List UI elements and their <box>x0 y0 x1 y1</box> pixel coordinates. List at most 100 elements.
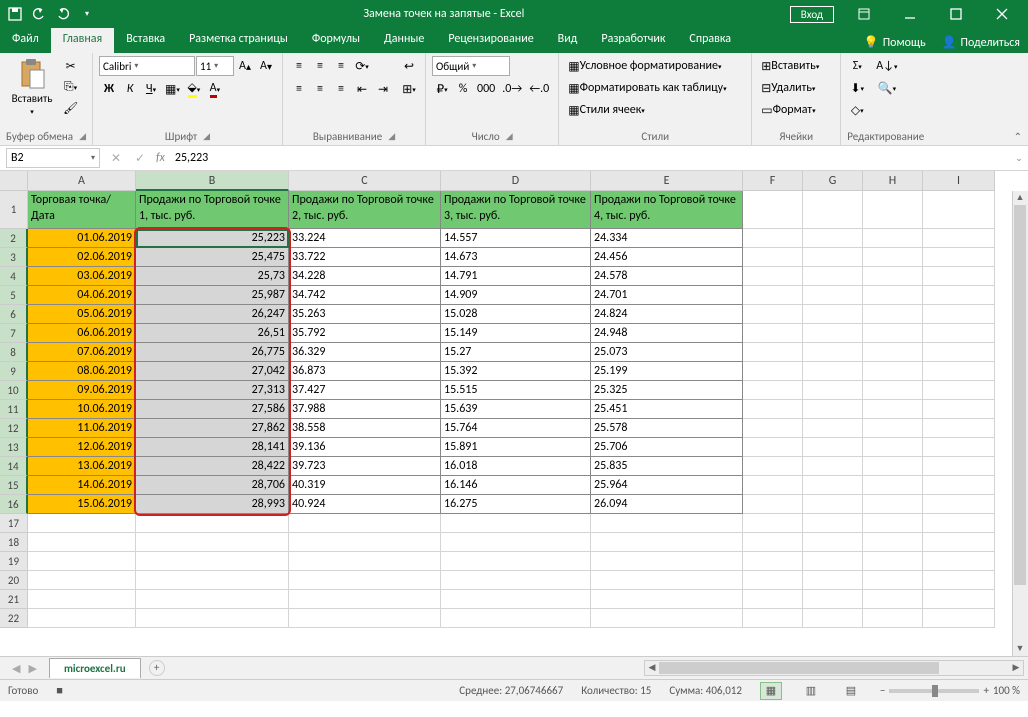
maximize-icon[interactable] <box>934 0 978 28</box>
format-as-table-button[interactable]: ▦ Форматировать как таблицу ▾ <box>565 78 745 98</box>
cell[interactable]: 07.06.2019 <box>28 343 136 362</box>
cell[interactable]: 14.06.2019 <box>28 476 136 495</box>
cell[interactable]: 25.835 <box>591 457 743 476</box>
cell[interactable] <box>28 514 136 533</box>
underline-button[interactable]: Ч▾ <box>141 79 161 99</box>
italic-button[interactable]: К <box>120 79 140 99</box>
wrap-text-icon[interactable]: ↩ <box>399 56 419 76</box>
cell[interactable]: 16.018 <box>441 457 591 476</box>
cell[interactable] <box>743 248 803 267</box>
cell[interactable] <box>923 305 995 324</box>
cell[interactable] <box>803 476 863 495</box>
cell[interactable] <box>803 571 863 590</box>
cell[interactable] <box>743 191 803 229</box>
row-header[interactable]: 21 <box>0 590 28 609</box>
cell[interactable] <box>441 590 591 609</box>
cell[interactable]: 15.149 <box>441 324 591 343</box>
cell[interactable] <box>28 533 136 552</box>
hscroll-thumb[interactable] <box>659 662 939 674</box>
add-sheet-icon[interactable]: + <box>149 660 165 676</box>
cell[interactable] <box>591 609 743 628</box>
cell[interactable]: 38.558 <box>289 419 441 438</box>
cell[interactable] <box>923 609 995 628</box>
cell[interactable] <box>591 571 743 590</box>
align-bottom-icon[interactable]: ≡ <box>331 56 351 76</box>
cell[interactable] <box>803 590 863 609</box>
cell[interactable] <box>743 343 803 362</box>
cell[interactable]: 27,042 <box>136 362 289 381</box>
scroll-left-icon[interactable]: ◀ <box>645 661 659 675</box>
cell[interactable] <box>743 552 803 571</box>
cell[interactable] <box>803 495 863 514</box>
cell[interactable] <box>923 267 995 286</box>
row-header[interactable]: 9 <box>0 362 28 381</box>
tab-review[interactable]: Рецензирование <box>436 28 545 53</box>
row-header[interactable]: 8 <box>0 343 28 362</box>
cell[interactable] <box>743 362 803 381</box>
cell[interactable] <box>923 438 995 457</box>
cell[interactable]: 36.329 <box>289 343 441 362</box>
cell[interactable] <box>803 400 863 419</box>
row-header[interactable]: 13 <box>0 438 28 457</box>
font-name-combo[interactable]: Calibri▾ <box>99 56 195 76</box>
cell[interactable] <box>803 191 863 229</box>
cell[interactable]: 26,51 <box>136 324 289 343</box>
cell[interactable] <box>863 590 923 609</box>
tab-insert[interactable]: Вставка <box>114 28 177 53</box>
row-header[interactable]: 17 <box>0 514 28 533</box>
cell[interactable]: 36.873 <box>289 362 441 381</box>
ribbon-options-icon[interactable] <box>842 0 886 28</box>
cell[interactable] <box>803 305 863 324</box>
cell[interactable] <box>863 324 923 343</box>
cell[interactable] <box>803 267 863 286</box>
cell[interactable]: 15.06.2019 <box>28 495 136 514</box>
conditional-formatting-button[interactable]: ▦ Условное форматирование ▾ <box>565 56 745 76</box>
view-normal-icon[interactable]: ▦ <box>760 682 782 700</box>
cell[interactable] <box>923 362 995 381</box>
cell[interactable] <box>289 514 441 533</box>
cell[interactable]: 28,993 <box>136 495 289 514</box>
cell[interactable] <box>863 571 923 590</box>
cell[interactable] <box>923 533 995 552</box>
cell[interactable] <box>803 533 863 552</box>
bold-button[interactable]: Ж <box>99 79 119 99</box>
cell[interactable] <box>441 514 591 533</box>
cell[interactable]: Продажи по Торговой точке 2, тыс. руб. <box>289 191 441 229</box>
sheet-tab[interactable]: microexcel.ru <box>49 658 141 678</box>
align-left-icon[interactable]: ≡ <box>289 79 309 99</box>
cell[interactable] <box>923 229 995 248</box>
tab-view[interactable]: Вид <box>546 28 590 53</box>
paste-button[interactable]: Вставить▾ <box>6 56 58 118</box>
cell[interactable] <box>136 590 289 609</box>
font-color-icon[interactable]: A▾ <box>205 79 225 99</box>
cell[interactable] <box>803 248 863 267</box>
cell[interactable] <box>863 419 923 438</box>
cell[interactable] <box>803 609 863 628</box>
cell[interactable] <box>863 533 923 552</box>
horizontal-scrollbar[interactable]: ◀ ▶ <box>644 660 1024 676</box>
column-header[interactable]: E <box>591 171 743 191</box>
cell[interactable]: 25.199 <box>591 362 743 381</box>
cell[interactable]: 35.263 <box>289 305 441 324</box>
cell[interactable]: 11.06.2019 <box>28 419 136 438</box>
dialog-launcher-icon[interactable]: ◢ <box>79 131 86 142</box>
cell[interactable] <box>923 419 995 438</box>
cell[interactable]: 16.146 <box>441 476 591 495</box>
cell[interactable] <box>863 343 923 362</box>
row-header[interactable]: 11 <box>0 400 28 419</box>
cell[interactable] <box>28 571 136 590</box>
cell[interactable]: 15.27 <box>441 343 591 362</box>
cell[interactable]: 01.06.2019 <box>28 229 136 248</box>
cell[interactable]: 09.06.2019 <box>28 381 136 400</box>
cell[interactable]: 25.964 <box>591 476 743 495</box>
cell[interactable]: 12.06.2019 <box>28 438 136 457</box>
cell[interactable] <box>441 552 591 571</box>
cell[interactable]: 28,141 <box>136 438 289 457</box>
minimize-icon[interactable] <box>888 0 932 28</box>
cell[interactable] <box>923 590 995 609</box>
tab-file[interactable]: Файл <box>0 28 51 53</box>
decrease-font-icon[interactable]: A▾ <box>256 56 276 76</box>
tell-me-button[interactable]: 💡Помощь <box>856 28 934 53</box>
delete-cells-button[interactable]: ⊟ Удалить ▾ <box>758 78 834 98</box>
cell[interactable] <box>441 609 591 628</box>
